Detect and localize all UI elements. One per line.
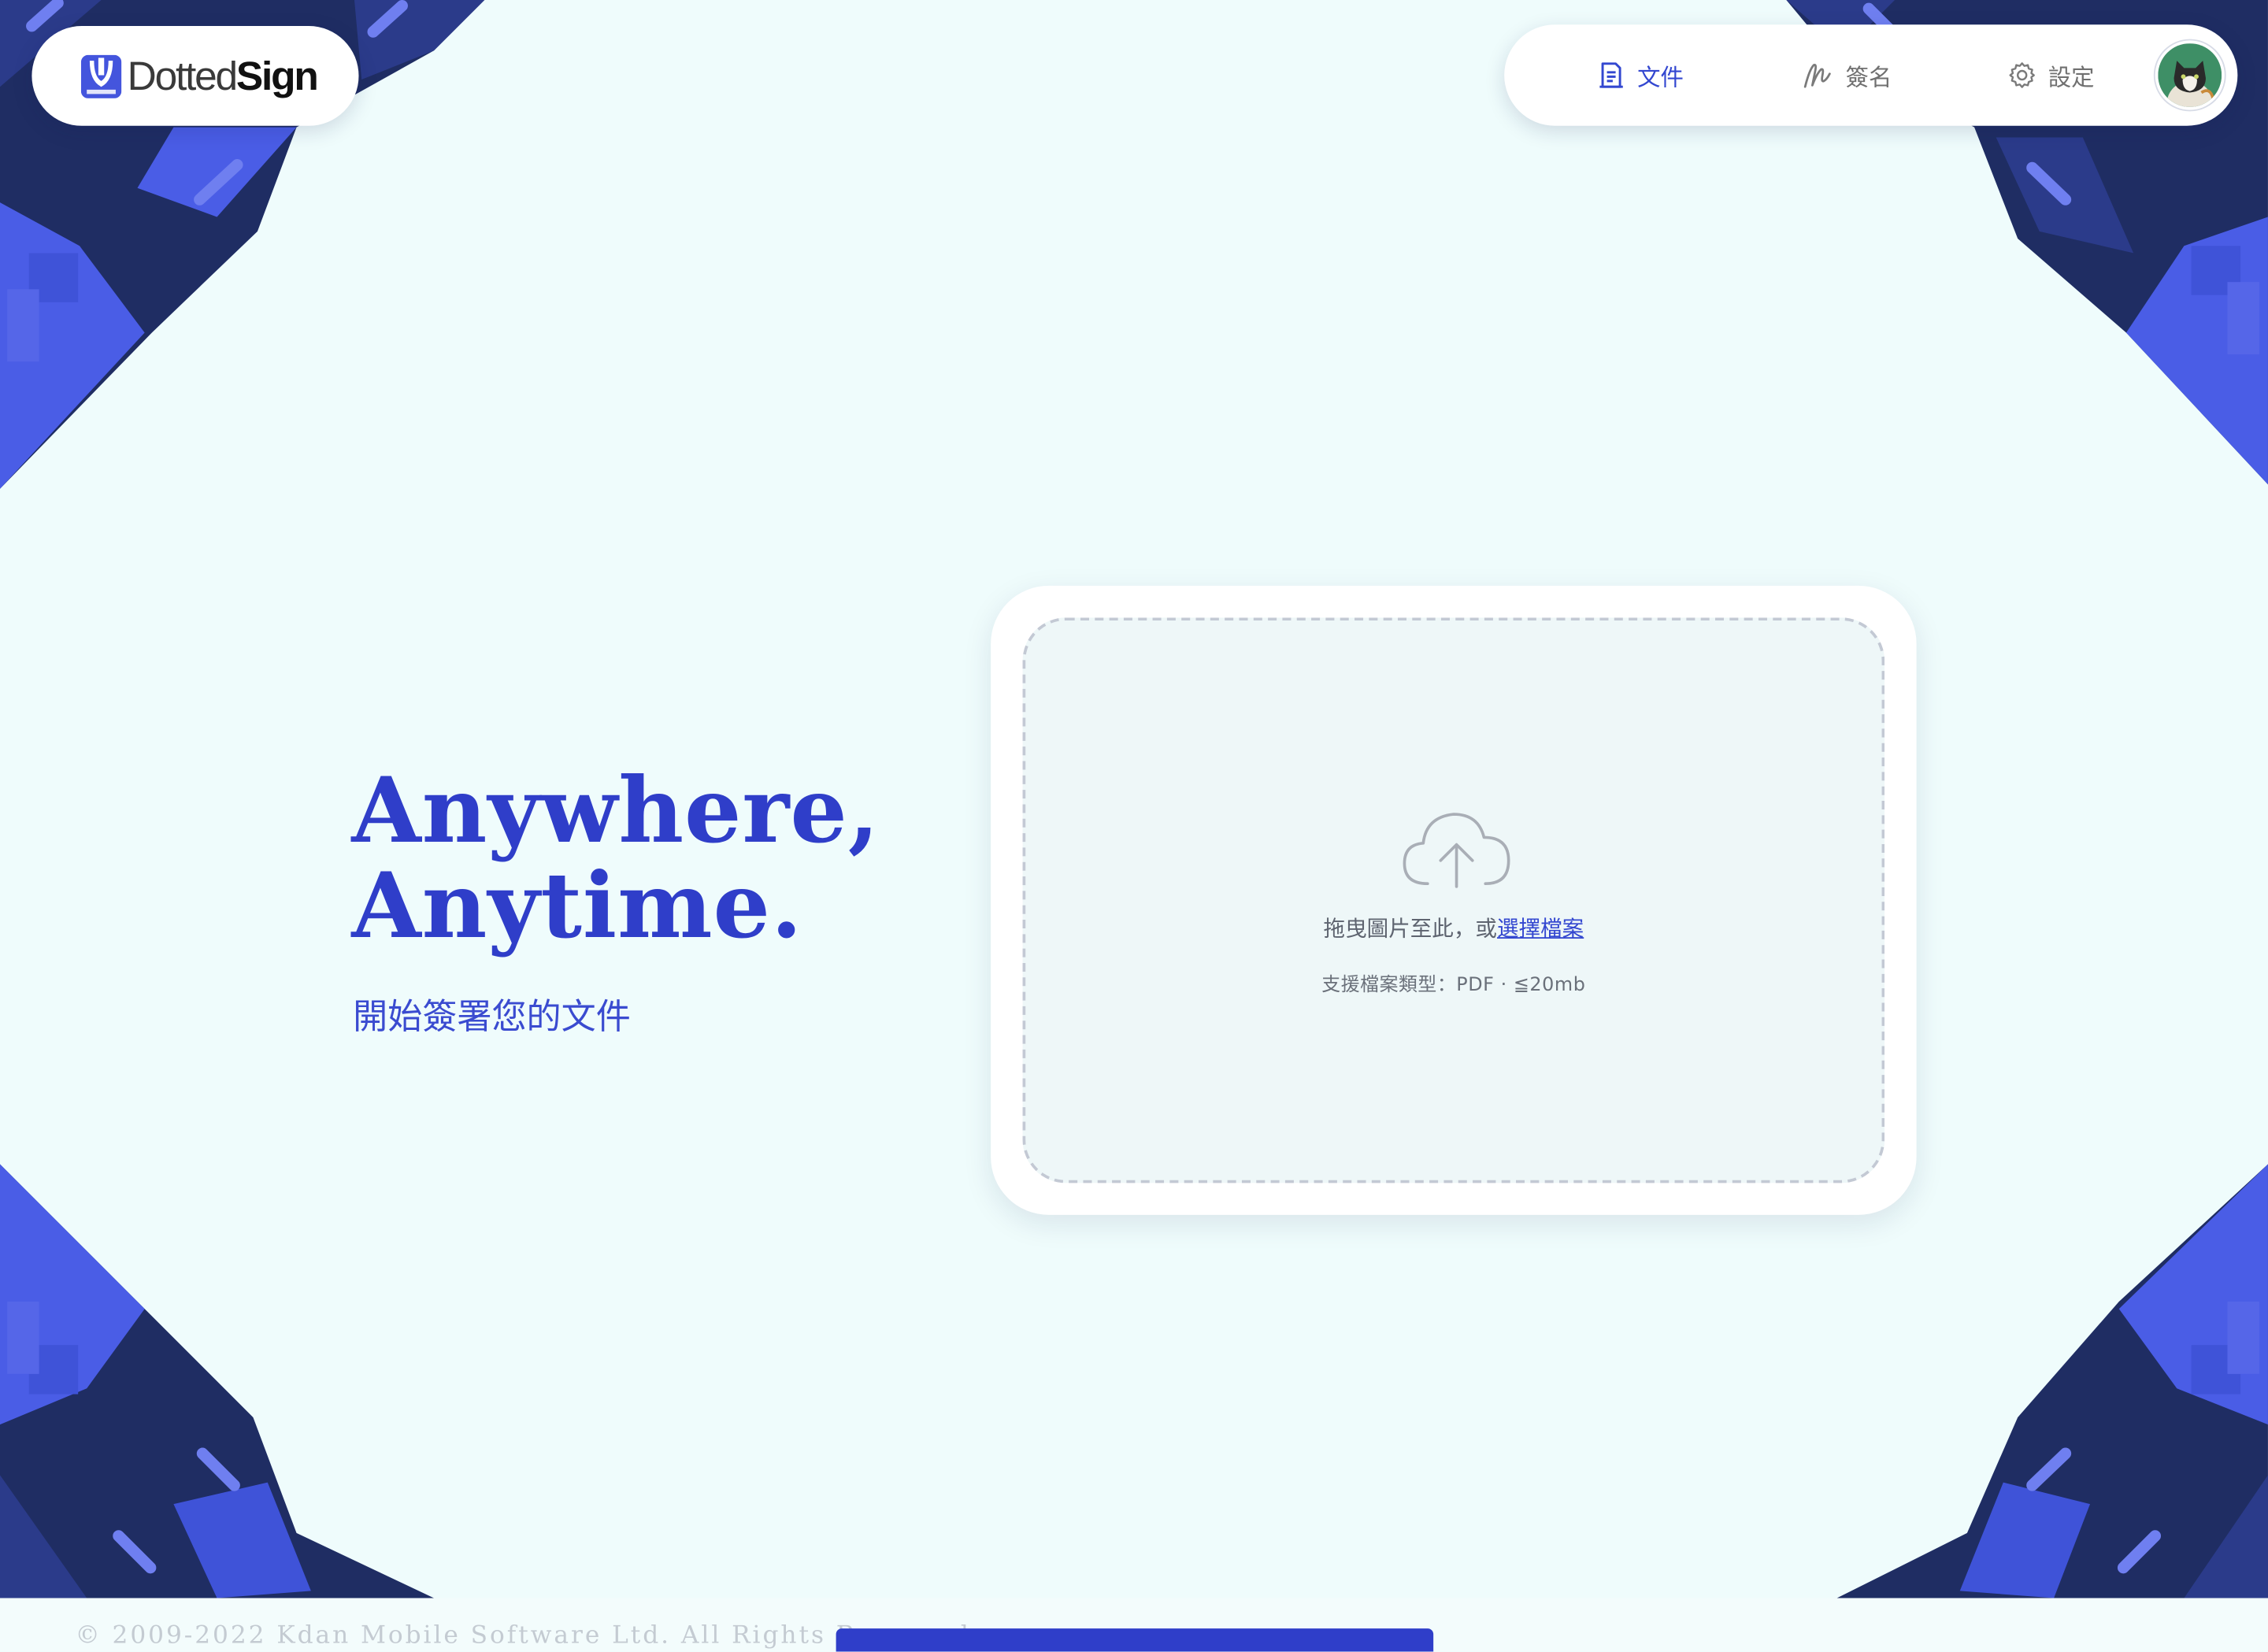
user-avatar-icon <box>2158 43 2222 107</box>
drop-text: 拖曳圖片至此，或 <box>1323 915 1497 942</box>
file-dropzone[interactable]: 拖曳圖片至此，或選擇檔案 支援檔案類型：PDF · ≦20mb <box>1022 617 1885 1183</box>
nav-item-documents[interactable]: 文件 <box>1597 24 1684 126</box>
drop-instructions: 拖曳圖片至此，或選擇檔案 <box>1025 913 1881 943</box>
cloud-upload-icon <box>1403 813 1510 888</box>
nav-label-signature: 簽名 <box>1845 63 1892 91</box>
nav-item-signature[interactable]: 簽名 <box>1803 24 1892 126</box>
choose-file-link[interactable]: 選擇檔案 <box>1497 916 1584 942</box>
signature-icon <box>1803 63 1831 88</box>
logo-mark-icon <box>80 54 122 98</box>
hero-title-line1: Anywhere, <box>351 757 880 864</box>
hero-title-line2: Anytime. <box>351 853 803 959</box>
logo-text-bold: Sign <box>235 53 319 98</box>
gear-icon <box>2009 62 2035 88</box>
hero-title: Anywhere, Anytime. <box>351 757 880 959</box>
page: Dotted Sign 文件 簽名 設定 Anywhere, Anytime. … <box>0 0 2268 1652</box>
nav-label-documents: 文件 <box>1637 63 1684 91</box>
nav-item-settings[interactable]: 設定 <box>2007 24 2095 126</box>
logo-text-light: Dotted <box>127 53 239 98</box>
upload-card: 拖曳圖片至此，或選擇檔案 支援檔案類型：PDF · ≦20mb <box>991 585 1917 1215</box>
logo-text: Dotted Sign <box>127 53 319 99</box>
bottom-banner-bar[interactable] <box>836 1628 1434 1652</box>
supported-types-text: 支援檔案類型：PDF · ≦20mb <box>1321 974 1586 997</box>
logo[interactable]: Dotted Sign <box>32 26 359 126</box>
nav-label-settings: 設定 <box>2048 63 2095 91</box>
document-icon <box>1599 62 1623 88</box>
top-navigation: 文件 簽名 設定 <box>1504 24 2238 126</box>
avatar[interactable] <box>2158 43 2222 107</box>
hero-subtitle: 開始簽署您的文件 <box>353 996 631 1037</box>
